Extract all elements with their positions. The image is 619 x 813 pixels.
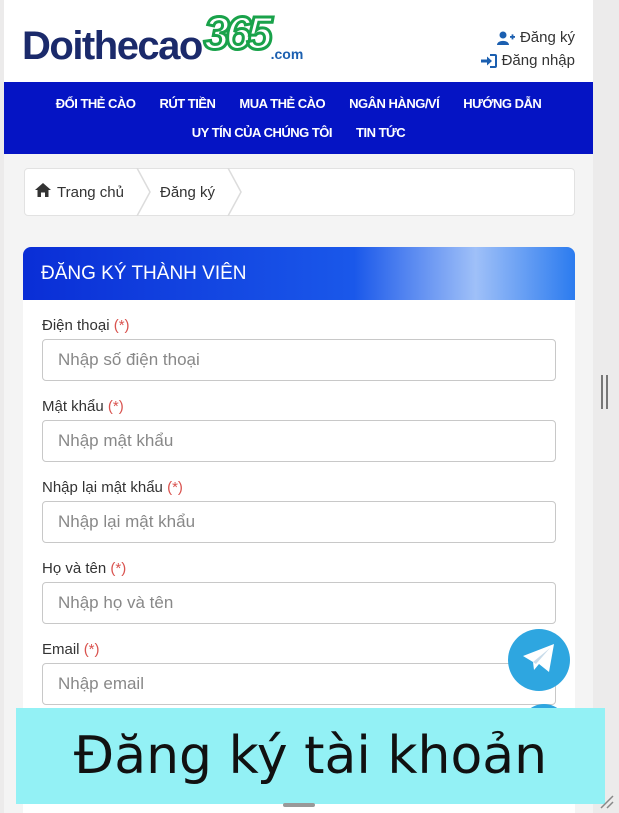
nav-item-doi-the-cao[interactable]: ĐỔI THẺ CÀO [56,96,136,111]
resize-grip-icon[interactable] [598,793,614,809]
telegram-icon [522,643,556,678]
required-mark: (*) [83,641,100,658]
nav-item-rut-tien[interactable]: RÚT TIỀN [159,96,215,111]
breadcrumb-current: Đăng ký [159,183,216,201]
logo-text: Doithecao [22,24,203,68]
register-link[interactable]: Đăng ký [481,26,575,49]
logo-suffix: .com [270,46,304,62]
caption-banner: Đăng ký tài khoản [16,708,605,804]
home-icon [35,183,51,201]
login-link[interactable]: Đăng nhập [480,49,575,72]
password-field: Mật khẩu (*) [23,398,575,462]
nav-row-2: UY TÍN CỦA CHÚNG TÔI TIN TỨC [192,125,406,140]
logo-number: 365 [202,7,274,59]
required-mark: (*) [110,560,127,577]
page: Doithecao 365 .com Đăng ký Đăng nhập ĐỔI… [4,0,593,813]
nav-item-ngan-hang-vi[interactable]: NGÂN HÀNG/VÍ [349,96,440,111]
fullname-label: Họ và tên (*) [42,560,127,577]
phone-label: Điện thoại (*) [42,317,130,334]
email-input[interactable] [42,663,556,705]
auth-links: Đăng ký Đăng nhập [480,26,575,72]
nav-item-tin-tuc[interactable]: TIN TỨC [356,125,406,140]
breadcrumb: Trang chủ Đăng ký [24,168,575,216]
breadcrumb-separator [136,168,151,216]
site-logo[interactable]: Doithecao 365 .com [22,7,304,68]
required-mark: (*) [107,398,124,415]
site-header: Doithecao 365 .com Đăng ký Đăng nhập [4,0,593,82]
nav-item-huong-dan[interactable]: HƯỚNG DẪN [463,96,542,111]
nav-item-mua-the-cao[interactable]: MUA THẺ CÀO [239,96,325,111]
telegram-button[interactable] [508,629,570,691]
main-nav: ĐỔI THẺ CÀO RÚT TIỀN MUA THẺ CÀO NGÂN HÀ… [4,82,593,154]
bottom-handle[interactable] [283,803,315,807]
confirm-password-input[interactable] [42,501,556,543]
confirm-password-label: Nhập lại mật khẩu (*) [42,479,183,496]
phone-input[interactable] [42,339,556,381]
confirm-password-field: Nhập lại mật khẩu (*) [23,479,575,543]
required-mark: (*) [167,479,183,496]
nav-item-uy-tin[interactable]: UY TÍN CỦA CHÚNG TÔI [192,125,333,140]
fullname-input[interactable] [42,582,556,624]
user-plus-icon [496,31,515,45]
breadcrumb-home-label: Trang chủ [57,183,124,201]
register-label: Đăng ký [519,29,575,46]
breadcrumb-home[interactable]: Trang chủ [25,169,124,215]
login-label: Đăng nhập [501,52,575,69]
form-title: ĐĂNG KÝ THÀNH VIÊN [23,247,575,300]
breadcrumb-separator [227,168,242,216]
nav-row-1: ĐỔI THẺ CÀO RÚT TIỀN MUA THẺ CÀO NGÂN HÀ… [56,96,542,111]
phone-field: Điện thoại (*) [23,317,575,381]
scrollbar-thumb[interactable] [601,375,609,409]
sign-in-icon [480,53,497,68]
fullname-field: Họ và tên (*) [23,560,575,624]
required-mark: (*) [113,317,130,334]
email-field: Email (*) [23,641,575,705]
password-input[interactable] [42,420,556,462]
password-label: Mật khẩu (*) [42,398,124,415]
email-label: Email (*) [42,641,100,658]
